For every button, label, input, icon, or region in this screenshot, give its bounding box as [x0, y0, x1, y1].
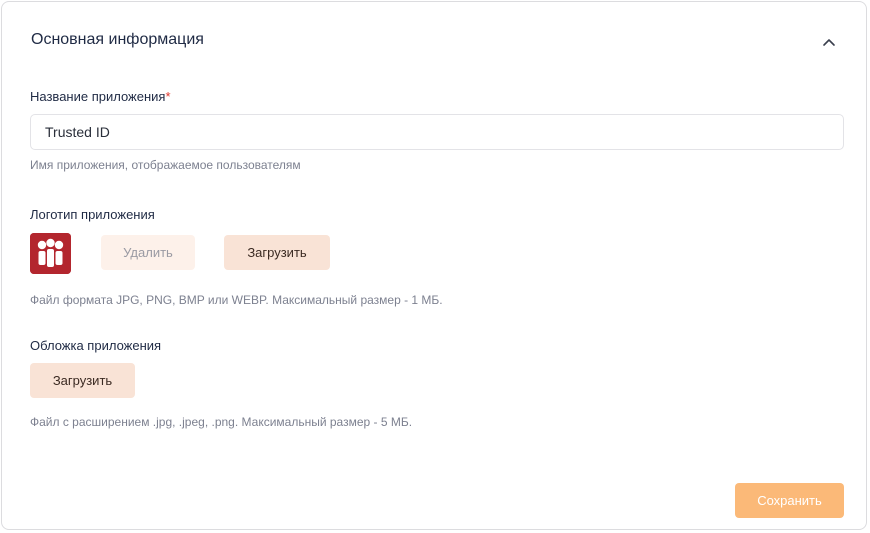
app-name-label-text: Название приложения [30, 89, 166, 104]
chevron-up-icon [823, 39, 835, 46]
logo-hint: Файл формата JPG, PNG, BMP или WEBP. Мак… [30, 293, 443, 307]
collapse-button[interactable] [817, 32, 841, 52]
app-name-label: Название приложения* [30, 89, 171, 104]
cover-label: Обложка приложения [30, 338, 162, 353]
app-name-hint: Имя приложения, отображаемое пользовател… [30, 158, 301, 172]
logo-label: Логотип приложения [30, 207, 155, 222]
save-button[interactable]: Сохранить [735, 483, 844, 518]
app-name-input[interactable] [30, 114, 844, 150]
upload-cover-button[interactable]: Загрузить [30, 363, 135, 398]
cover-hint: Файл с расширением .jpg, .jpeg, .png. Ма… [30, 415, 413, 429]
app-logo-icon [30, 233, 71, 274]
upload-logo-button[interactable]: Загрузить [224, 235, 330, 270]
basic-info-card: Основная информация Название приложения*… [1, 1, 867, 530]
required-mark: * [165, 89, 171, 104]
delete-logo-button[interactable]: Удалить [101, 235, 195, 270]
section-title: Основная информация [31, 31, 204, 48]
